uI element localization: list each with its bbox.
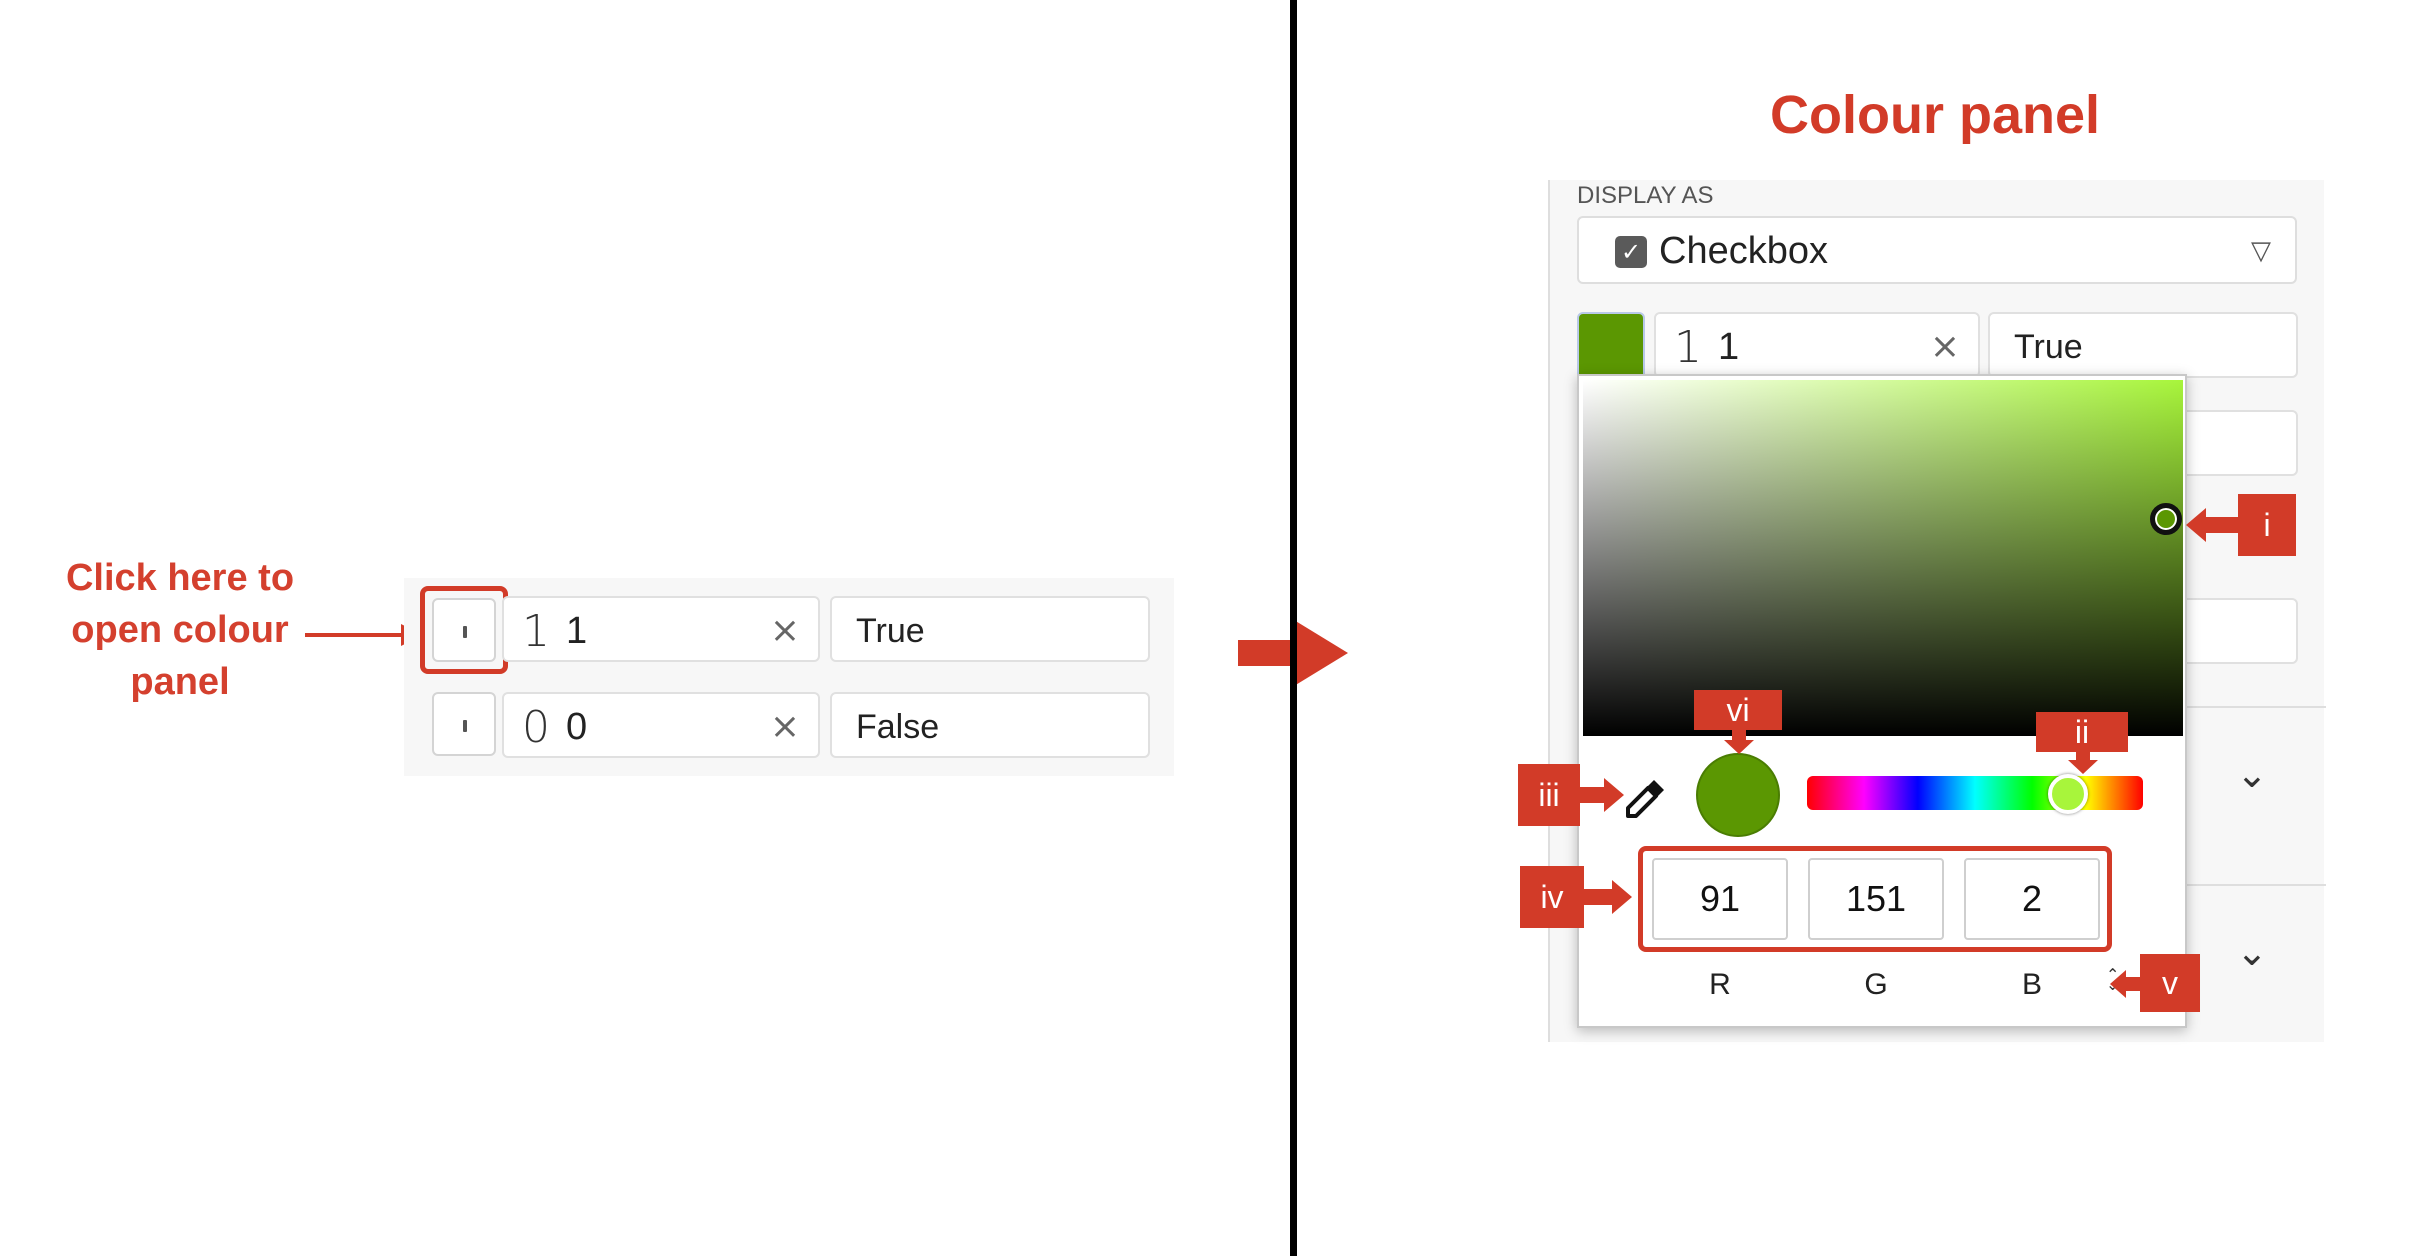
label-text: True — [856, 612, 925, 650]
swatch-tick-icon — [463, 720, 467, 732]
instruction-line-3: panel — [130, 661, 230, 703]
eyedropper-icon[interactable] — [1624, 776, 1668, 820]
number-type-icon: 1 — [1674, 322, 1702, 373]
colour-swatch-button-false[interactable] — [432, 692, 496, 756]
caret-down-icon: ▽ — [2251, 236, 2271, 266]
value-text: 0 — [566, 706, 588, 748]
green-input[interactable]: 151 — [1808, 858, 1944, 940]
red-label: R — [1709, 968, 1731, 1001]
callout-arrow — [2186, 508, 2242, 542]
divider — [1290, 0, 1297, 1256]
saturation-brightness-area[interactable] — [1583, 380, 2183, 736]
instruction-line-2: open colour — [71, 609, 289, 651]
callout-vi: vi — [1694, 690, 1782, 730]
value-field-true[interactable]: 1 1 × — [1654, 312, 1980, 378]
colour-preview — [1696, 753, 1780, 837]
callout-arrow — [1724, 728, 1754, 754]
colour-swatch-button-active[interactable] — [1577, 312, 1645, 382]
callout-iii: iii — [1518, 764, 1580, 826]
colour-picker-handle[interactable] — [2150, 503, 2182, 535]
section-divider — [2186, 884, 2326, 886]
display-as-dropdown[interactable]: ✓ Checkbox ▽ — [1577, 216, 2297, 284]
colour-swatch-button-true[interactable] — [432, 598, 496, 662]
callout-ii: ii — [2036, 712, 2128, 752]
number-type-icon: 0 — [522, 702, 550, 753]
callout-i: i — [2238, 494, 2296, 556]
label-text: True — [2014, 328, 2083, 366]
value-field-true[interactable]: 1 1 × — [502, 596, 820, 662]
label-field-true[interactable]: True — [1988, 312, 2298, 378]
clear-icon[interactable]: × — [770, 706, 800, 747]
instruction-line-1: Click here to — [65, 557, 295, 599]
checkbox-icon: ✓ — [1615, 236, 1647, 268]
display-as-label: DISPLAY AS — [1577, 182, 1714, 209]
green-label: G — [1864, 968, 1888, 1001]
clear-icon[interactable]: × — [770, 610, 800, 651]
value-text: 1 — [1718, 326, 1740, 368]
clear-icon[interactable]: × — [1930, 326, 1960, 367]
value-field-false[interactable]: 0 0 × — [502, 692, 820, 758]
callout-arrow — [2110, 970, 2142, 998]
label-field-false[interactable]: False — [830, 692, 1150, 758]
swatch-tick-icon — [463, 626, 467, 638]
label-field-true[interactable]: True — [830, 596, 1150, 662]
blue-input[interactable]: 2 — [1964, 858, 2100, 940]
label-text: False — [856, 708, 940, 746]
callout-arrow — [1582, 880, 1632, 914]
chevron-down-icon[interactable]: ⌄ — [2236, 930, 2268, 974]
hue-slider-thumb[interactable] — [2048, 774, 2088, 814]
section-divider — [2186, 706, 2326, 708]
callout-iv: iv — [1520, 866, 1584, 928]
instruction-text: Click here to open colour panel — [40, 552, 320, 708]
callout-arrow — [1578, 778, 1624, 812]
page-title: Colour panel — [1769, 85, 2100, 145]
value-text: 1 — [566, 610, 588, 652]
hue-slider[interactable] — [1807, 776, 2143, 810]
blue-label: B — [2021, 968, 2042, 1001]
red-input[interactable]: 91 — [1652, 858, 1788, 940]
number-type-icon: 1 — [522, 606, 550, 657]
chevron-down-icon[interactable]: ⌄ — [2236, 752, 2268, 796]
callout-arrow — [2068, 750, 2098, 774]
dropdown-value: Checkbox — [1659, 230, 1828, 272]
callout-v: v — [2140, 954, 2200, 1012]
